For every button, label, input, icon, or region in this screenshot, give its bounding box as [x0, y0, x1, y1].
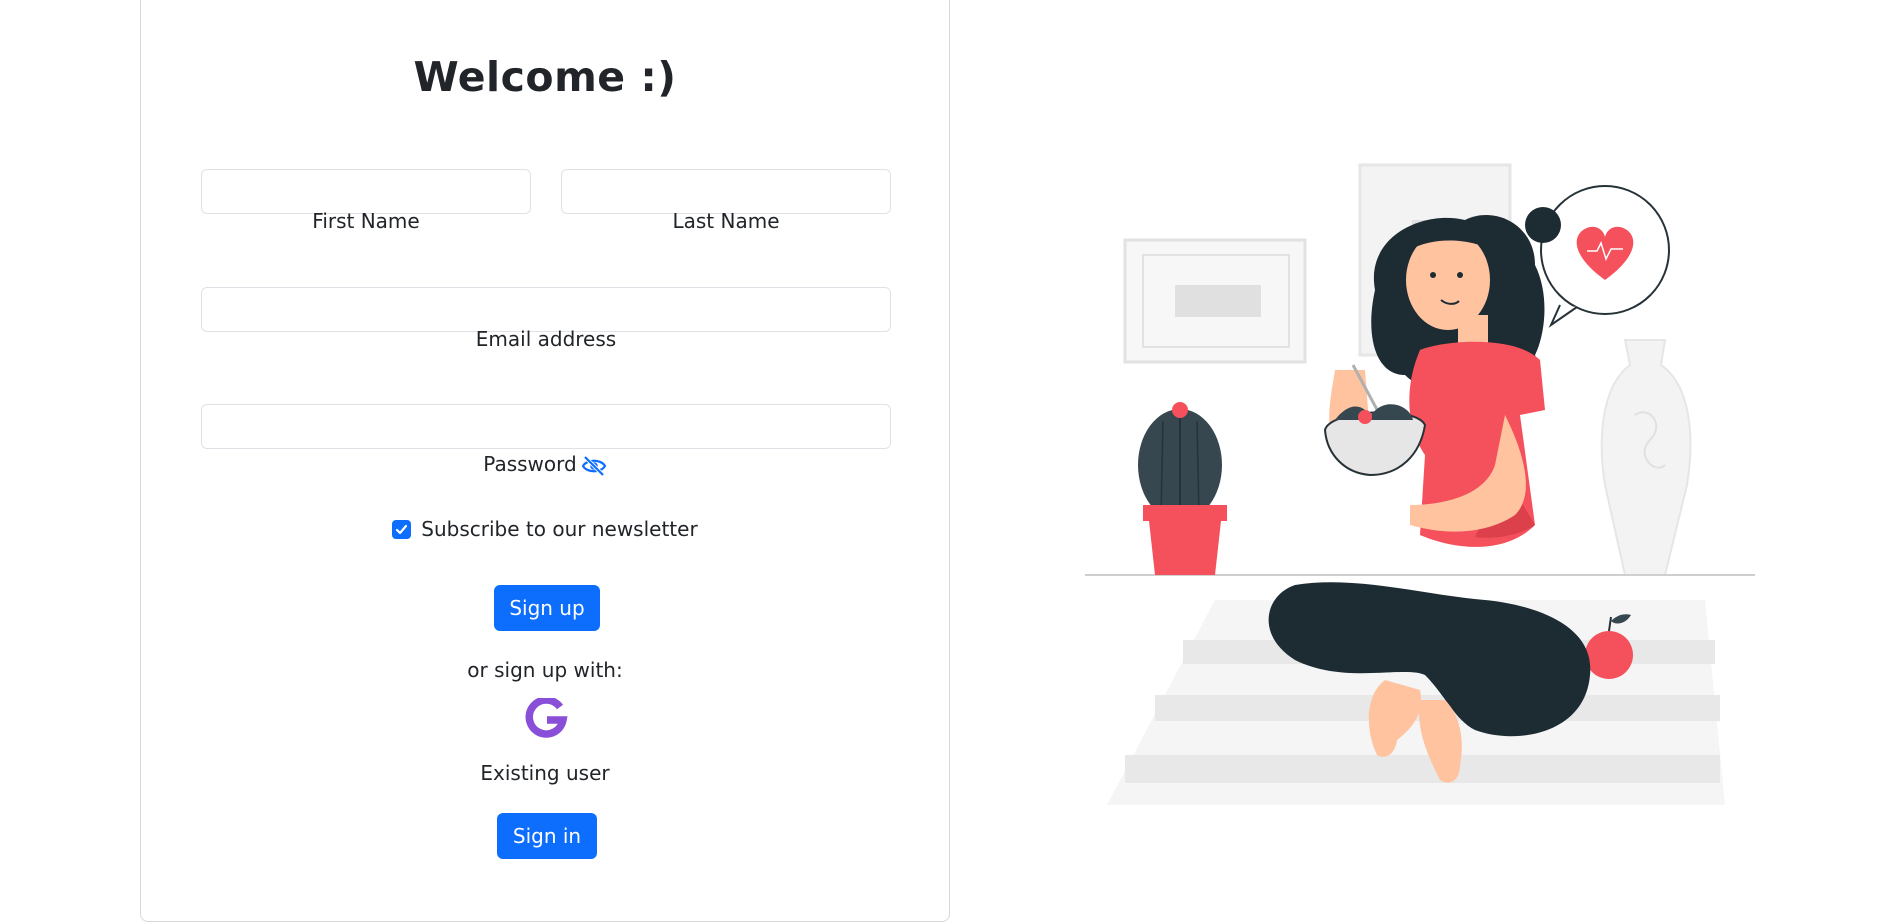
signup-button[interactable]: Sign up [494, 585, 600, 631]
email-input[interactable] [201, 287, 891, 332]
page-title: Welcome :) [413, 53, 677, 101]
check-icon [396, 524, 408, 534]
last-name-input[interactable] [561, 169, 891, 214]
eye-slash-icon[interactable] [581, 454, 607, 478]
newsletter-checkbox[interactable] [392, 519, 412, 539]
newsletter-row: Subscribe to our newsletter [141, 517, 949, 541]
newsletter-label: Subscribe to our newsletter [421, 517, 698, 541]
existing-user-text: Existing user [480, 761, 610, 785]
last-name-label: Last Name [672, 209, 780, 233]
password-input[interactable] [201, 404, 891, 449]
alt-signup-text: or sign up with: [467, 658, 623, 682]
woman-eating-illustration [1085, 163, 1755, 805]
heart-bubble [1540, 185, 1670, 328]
first-name-label: First Name [312, 209, 420, 233]
signin-button[interactable]: Sign in [497, 813, 597, 859]
first-name-input[interactable] [201, 169, 531, 214]
signup-card: Welcome :) First Name Last Name Email ad… [140, 0, 950, 922]
email-label: Email address [475, 327, 617, 351]
cactus-plant [1138, 402, 1227, 575]
google-icon[interactable] [524, 698, 568, 742]
